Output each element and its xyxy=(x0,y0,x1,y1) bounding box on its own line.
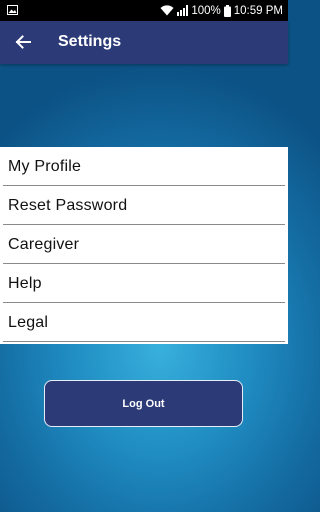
logout-button[interactable]: Log Out xyxy=(44,380,243,427)
settings-menu: My Profile Reset Password Caregiver Help… xyxy=(0,147,288,344)
back-button[interactable] xyxy=(8,27,38,57)
menu-item-reset-password[interactable]: Reset Password xyxy=(3,186,285,225)
arrow-left-icon xyxy=(15,35,31,49)
clock: 10:59 PM xyxy=(233,4,283,17)
menu-item-label: Reset Password xyxy=(8,197,128,214)
battery-icon xyxy=(223,4,231,17)
status-bar: 100% 10:59 PM xyxy=(0,0,288,21)
menu-item-label: My Profile xyxy=(8,158,82,175)
menu-item-help[interactable]: Help xyxy=(3,264,285,303)
gallery-icon xyxy=(7,5,18,15)
menu-item-label: Help xyxy=(8,275,42,292)
menu-item-label: Legal xyxy=(8,314,49,331)
app-bar: Settings xyxy=(0,21,288,64)
menu-item-label: Caregiver xyxy=(8,236,80,253)
battery-percent: 100% xyxy=(191,4,221,17)
signal-icon xyxy=(177,5,189,16)
menu-item-my-profile[interactable]: My Profile xyxy=(3,147,285,186)
menu-item-legal[interactable]: Legal xyxy=(3,303,285,342)
wifi-icon xyxy=(160,5,174,16)
page-title: Settings xyxy=(58,33,122,50)
menu-item-caregiver[interactable]: Caregiver xyxy=(3,225,285,264)
status-icons: 100% 10:59 PM xyxy=(160,0,283,21)
